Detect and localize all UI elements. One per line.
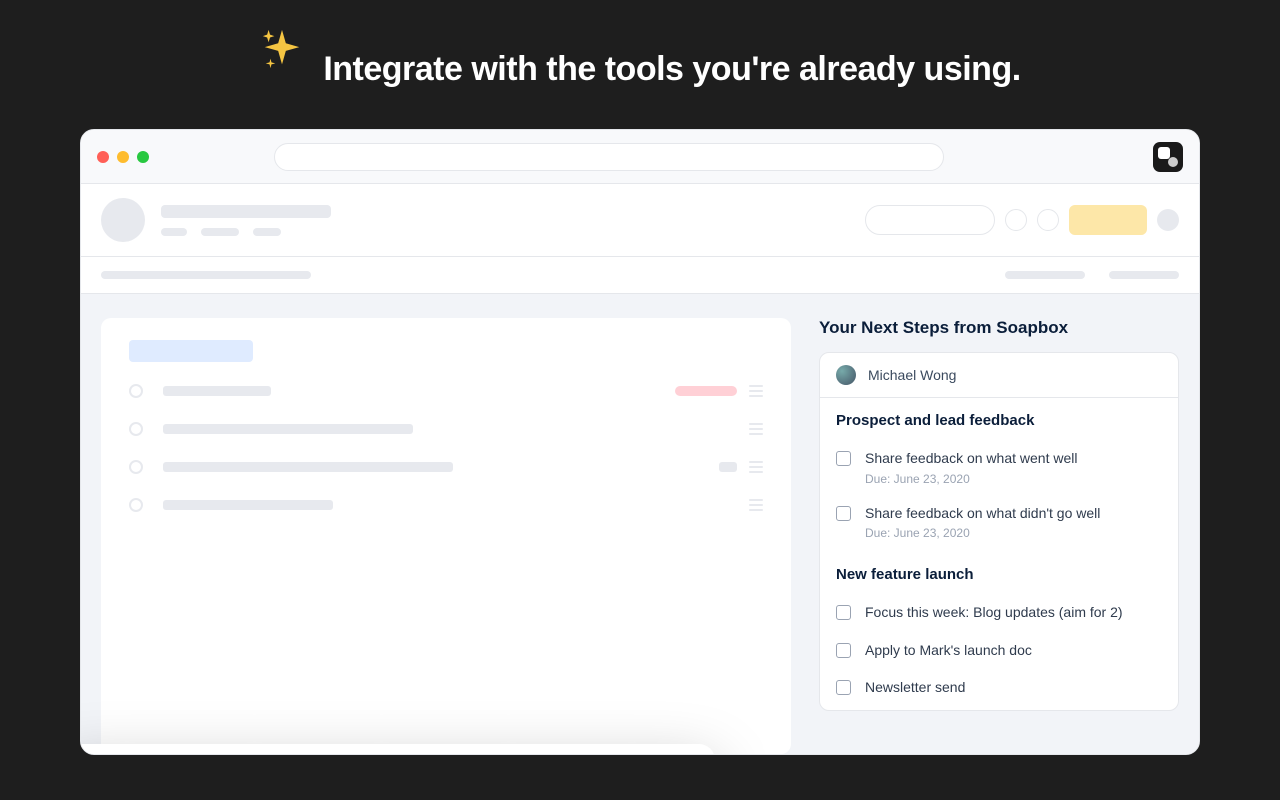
window-minimize-icon[interactable] (117, 151, 129, 163)
tab-skeleton (1005, 271, 1085, 279)
edit-skeleton (719, 462, 737, 472)
window-close-icon[interactable] (97, 151, 109, 163)
breadcrumb-skeleton (101, 271, 311, 279)
search-skeleton[interactable] (865, 205, 995, 235)
drag-handle-icon[interactable] (749, 385, 763, 397)
task-text: Focus this week: Blog updates (aim for 2… (865, 603, 1123, 623)
drag-handle-icon[interactable] (749, 423, 763, 435)
meta-skeleton (201, 228, 239, 236)
bullet-icon (129, 498, 143, 512)
line-skeleton (163, 500, 333, 510)
browser-chrome (81, 130, 1199, 184)
drag-handle-icon[interactable] (749, 461, 763, 473)
avatar-skeleton (101, 198, 145, 242)
bullet-icon (129, 422, 143, 436)
line-skeleton (163, 386, 271, 396)
doc-title-skeleton (129, 340, 253, 362)
task-item[interactable]: Share feedback on what went well Due: Ju… (820, 443, 1178, 498)
avatar (836, 365, 856, 385)
checkbox-icon[interactable] (836, 451, 851, 466)
checkbox-icon[interactable] (836, 506, 851, 521)
task-text: Share feedback on what didn't go well (865, 504, 1100, 524)
meta-skeleton (161, 228, 187, 236)
task-due: Due: June 23, 2020 (865, 472, 1077, 486)
task-due: Due: June 23, 2020 (865, 526, 1100, 540)
task-text: Apply to Mark's launch doc (865, 641, 1032, 661)
checkbox-icon[interactable] (836, 680, 851, 695)
line-skeleton (163, 424, 413, 434)
icon-button-skeleton[interactable] (1037, 209, 1059, 231)
task-item[interactable]: Newsletter send (820, 672, 1178, 710)
tag-skeleton (675, 386, 737, 396)
document-card: asana 31 (101, 318, 791, 754)
hero-title: Integrate with the tools you're already … (323, 50, 1020, 89)
user-row[interactable]: Michael Wong (820, 353, 1178, 398)
soapbox-extension-icon[interactable] (1153, 142, 1183, 172)
avatar-skeleton[interactable] (1157, 209, 1179, 231)
window-maximize-icon[interactable] (137, 151, 149, 163)
app-header (81, 184, 1199, 257)
bullet-icon (129, 384, 143, 398)
drag-handle-icon[interactable] (749, 499, 763, 511)
panel-title: Your Next Steps from Soapbox (819, 318, 1179, 338)
next-steps-panel: Your Next Steps from Soapbox Michael Won… (819, 318, 1179, 754)
meta-skeleton (253, 228, 281, 236)
integrations-strip: asana 31 (80, 744, 715, 755)
browser-window: asana 31 (80, 129, 1200, 755)
icon-button-skeleton[interactable] (1005, 209, 1027, 231)
bullet-icon (129, 460, 143, 474)
cta-button-skeleton[interactable] (1069, 205, 1147, 235)
task-text: Newsletter send (865, 678, 965, 698)
url-bar[interactable] (274, 143, 944, 171)
title-skeleton (161, 205, 331, 218)
checkbox-icon[interactable] (836, 605, 851, 620)
sub-bar (81, 257, 1199, 294)
sparkles-icon (259, 26, 305, 72)
line-skeleton (163, 462, 453, 472)
checkbox-icon[interactable] (836, 643, 851, 658)
tab-skeleton (1109, 271, 1179, 279)
section-title: New feature launch (836, 566, 1162, 583)
task-text: Share feedback on what went well (865, 449, 1077, 469)
section-title: Prospect and lead feedback (836, 412, 1162, 429)
task-item[interactable]: Focus this week: Blog updates (aim for 2… (820, 597, 1178, 635)
user-name: Michael Wong (868, 367, 956, 383)
task-item[interactable]: Apply to Mark's launch doc (820, 635, 1178, 673)
task-item[interactable]: Share feedback on what didn't go well Du… (820, 498, 1178, 553)
